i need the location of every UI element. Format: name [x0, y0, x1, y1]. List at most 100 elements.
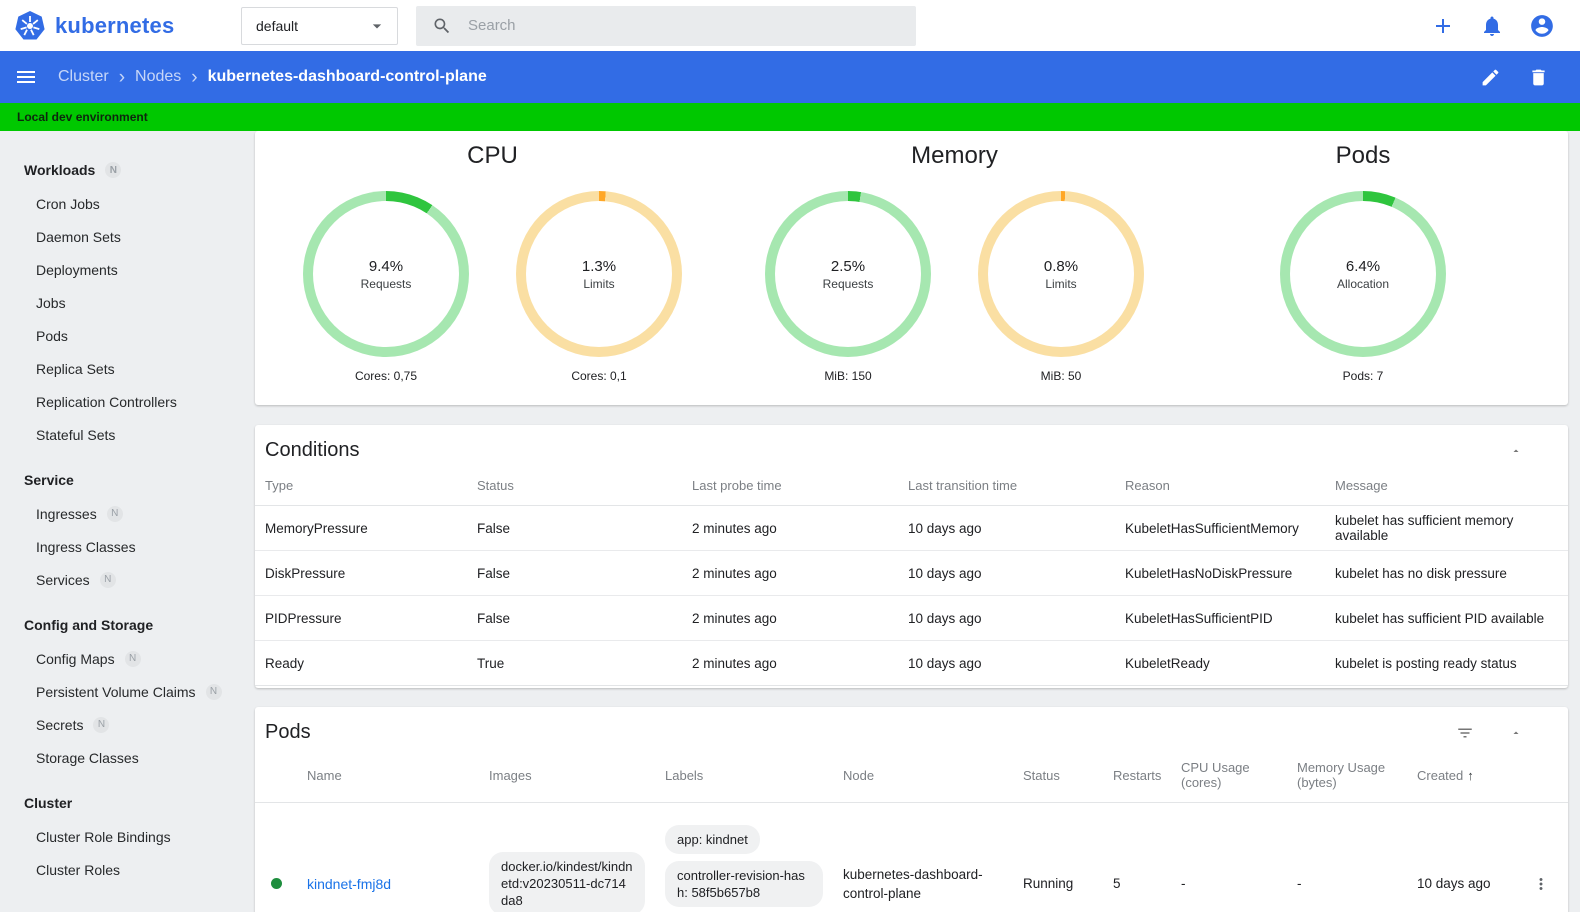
sidebar-group-label: Workloads	[24, 162, 96, 178]
column-header-restarts: Restarts	[1103, 750, 1171, 803]
environment-banner-text: Local dev environment	[17, 110, 148, 124]
sidebar-group-config-and-storage[interactable]: Config and Storage	[0, 608, 247, 642]
sidebar-item-cluster-roles[interactable]: Cluster Roles	[0, 853, 247, 886]
cpu-chart-group: CPU 9.4% Requests Cores: 0,75 1.3% Limit…	[303, 141, 682, 405]
condition-transition-time: 10 days ago	[898, 550, 1115, 596]
column-header-status-dot	[255, 750, 297, 803]
pod-node: kubernetes-dashboard-control-plane	[843, 866, 983, 901]
pods-chart-group: Pods 6.4% Allocation Pods: 7	[1280, 141, 1446, 405]
condition-reason: KubeletHasNoDiskPressure	[1115, 550, 1325, 596]
column-header-created[interactable]: Created ↑	[1407, 750, 1513, 803]
filter-icon[interactable]	[1456, 724, 1474, 742]
donut-ring: 2.5% Requests	[765, 191, 931, 357]
sidebar-group-cluster[interactable]: Cluster	[0, 786, 247, 820]
delete-trash-icon[interactable]	[1528, 67, 1549, 88]
condition-type: PIDPressure	[255, 595, 467, 641]
sidebar-item-cron-jobs[interactable]: Cron Jobs	[0, 187, 247, 220]
donut-ring: 0.8% Limits	[978, 191, 1144, 357]
condition-probe-time: 2 minutes ago	[682, 595, 898, 641]
sidebar-group-service[interactable]: Service	[0, 463, 247, 497]
allocation-charts-card: CPU 9.4% Requests Cores: 0,75 1.3% Limit…	[255, 131, 1568, 405]
sidebar-item-replica-sets[interactable]: Replica Sets	[0, 352, 247, 385]
namespace-selector[interactable]: default	[241, 6, 398, 45]
donut-footer: Cores: 0,1	[571, 369, 627, 383]
kubernetes-logo[interactable]: kubernetes	[0, 10, 241, 42]
donut-ring: 1.3% Limits	[516, 191, 682, 357]
sidebar-group-label: Cluster	[24, 795, 73, 811]
row-more-options-icon[interactable]	[1532, 875, 1550, 893]
collapse-card-icon[interactable]	[1510, 727, 1522, 739]
column-header-status: Status	[467, 468, 682, 506]
sidebar-item-label: Persistent Volume Claims	[36, 683, 196, 700]
search-bar[interactable]	[416, 5, 916, 46]
sidebar-item-label: Services	[36, 571, 90, 588]
condition-type: MemoryPressure	[255, 505, 467, 551]
create-resource-button[interactable]	[1431, 14, 1455, 38]
sidebar-item-stateful-sets[interactable]: Stateful Sets	[0, 418, 247, 451]
sidebar-item-persistent-volume-claims[interactable]: Persistent Volume Claims N	[0, 675, 247, 708]
sidebar-item-ingress-classes[interactable]: Ingress Classes	[0, 530, 247, 563]
sidebar-item-label: Ingress Classes	[36, 538, 136, 555]
pod-name-link[interactable]: kindnet-fmj8d	[307, 876, 391, 892]
namespaced-badge: N	[93, 716, 110, 733]
edit-pencil-icon[interactable]	[1480, 67, 1501, 88]
pods-table: Name Images Labels Node Status Restarts …	[255, 750, 1568, 912]
pod-restarts: 5	[1113, 876, 1121, 892]
cpu-limits-donut: 1.3% Limits Cores: 0,1	[516, 191, 682, 383]
condition-status: False	[467, 595, 682, 641]
condition-message: kubelet is posting ready status	[1325, 640, 1568, 686]
page-title: kubernetes-dashboard-control-plane	[207, 68, 487, 85]
sidebar-item-daemon-sets[interactable]: Daemon Sets	[0, 220, 247, 253]
sidebar-item-replication-controllers[interactable]: Replication Controllers	[0, 385, 247, 418]
sidebar-item-ingresses[interactable]: Ingresses N	[0, 497, 247, 530]
search-input[interactable]	[468, 17, 900, 34]
sidebar-item-cluster-role-bindings[interactable]: Cluster Role Bindings	[0, 820, 247, 853]
pod-image-chip: docker.io/kindest/kindnetd:v20230511-dc7…	[489, 852, 645, 912]
column-header-name: Name	[297, 750, 479, 803]
sidebar-item-config-maps[interactable]: Config Maps N	[0, 642, 247, 675]
column-header-type: Type	[255, 468, 467, 506]
donut-footer: MiB: 150	[824, 369, 872, 383]
pod-memory-usage: -	[1297, 876, 1302, 892]
resource-actions	[1480, 67, 1580, 88]
breadcrumb-nodes[interactable]: Nodes	[135, 68, 181, 86]
sidebar-item-jobs[interactable]: Jobs	[0, 286, 247, 319]
sidebar-item-secrets[interactable]: Secrets N	[0, 708, 247, 741]
column-header-cpu-usage: CPU Usage (cores)	[1171, 750, 1287, 803]
breadcrumb-cluster[interactable]: Cluster	[58, 68, 109, 86]
notifications-bell-icon[interactable]	[1480, 14, 1504, 38]
user-account-icon[interactable]	[1529, 13, 1555, 39]
condition-probe-time: 2 minutes ago	[682, 505, 898, 551]
menu-hamburger-icon[interactable]	[14, 65, 38, 89]
sidebar-nav: Workloads N Cron Jobs Daemon Sets Deploy…	[0, 131, 247, 912]
main-content: CPU 9.4% Requests Cores: 0,75 1.3% Limit…	[247, 131, 1580, 912]
condition-reason: KubeletReady	[1115, 640, 1325, 686]
sidebar-item-services[interactable]: Services N	[0, 563, 247, 596]
donut-ring: 9.4% Requests	[303, 191, 469, 357]
sidebar-item-label: Storage Classes	[36, 749, 139, 766]
condition-probe-time: 2 minutes ago	[682, 550, 898, 596]
sidebar-item-label: Daemon Sets	[36, 228, 121, 245]
pod-label-chip: app: kindnet	[665, 824, 760, 854]
condition-probe-time: 2 minutes ago	[682, 640, 898, 686]
conditions-title: Conditions	[265, 439, 360, 461]
donut-label: Requests	[822, 276, 874, 291]
condition-status: False	[467, 505, 682, 551]
sidebar-item-pods[interactable]: Pods	[0, 319, 247, 352]
condition-message: kubelet has no disk pressure	[1325, 550, 1568, 596]
sidebar-item-label: Replica Sets	[36, 360, 115, 377]
column-header-images: Images	[479, 750, 655, 803]
kubernetes-wheel-icon	[14, 10, 46, 42]
pod-label-chip: controller-revision-hash: 58f5b657b8	[665, 860, 823, 907]
donut-percent: 0.8%	[1043, 257, 1079, 275]
condition-type: Ready	[255, 640, 467, 686]
column-header-message: Message	[1325, 468, 1568, 506]
sidebar-item-storage-classes[interactable]: Storage Classes	[0, 741, 247, 774]
column-header-actions	[1513, 750, 1568, 803]
sidebar-group-workloads[interactable]: Workloads N	[0, 153, 247, 187]
sidebar-item-label: Stateful Sets	[36, 426, 116, 443]
sidebar-item-deployments[interactable]: Deployments	[0, 253, 247, 286]
environment-banner: Local dev environment	[0, 103, 1580, 131]
sort-ascending-icon: ↑	[1467, 767, 1474, 783]
collapse-card-icon[interactable]	[1510, 445, 1522, 457]
